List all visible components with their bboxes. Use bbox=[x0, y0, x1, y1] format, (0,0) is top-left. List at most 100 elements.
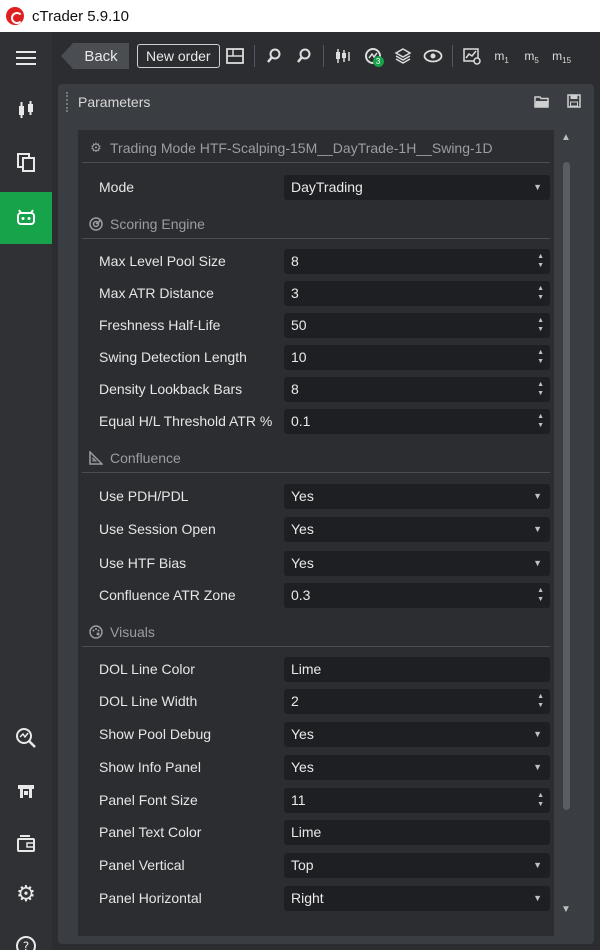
param-label: DOL Line Width bbox=[99, 693, 198, 709]
stepper-arrows-icon[interactable]: ▲ ▼ bbox=[537, 380, 544, 398]
help-icon[interactable]: ? bbox=[0, 920, 52, 950]
timeframe-m15-button[interactable]: m 15 bbox=[547, 41, 577, 71]
timeframe-m5-button[interactable]: m5 bbox=[517, 41, 547, 71]
stepper-arrows-icon[interactable]: ▲ ▼ bbox=[537, 316, 544, 334]
param-row-panel-text-color: Panel Text Color Lime bbox=[78, 818, 554, 846]
confluence-atr-zone-stepper[interactable]: 0.3 ▲ ▼ bbox=[284, 582, 550, 608]
stepper-arrows-icon[interactable]: ▲ ▼ bbox=[537, 791, 544, 809]
timeframe-sub: 1 bbox=[504, 55, 509, 65]
chevron-down-icon: ▼ bbox=[533, 490, 542, 501]
max-atr-distance-stepper[interactable]: 3 ▲ ▼ bbox=[284, 280, 550, 306]
toolbar-divider bbox=[451, 45, 453, 67]
left-sidebar: ⚙ ? bbox=[0, 32, 52, 950]
chevron-down-icon: ▼ bbox=[533, 557, 542, 568]
panel-vertical-dropdown[interactable]: Top ▼ bbox=[284, 852, 550, 878]
vertical-scrollbar[interactable]: ▲ ▼ bbox=[558, 132, 574, 922]
max-level-pool-size-stepper[interactable]: 8 ▲ ▼ bbox=[284, 248, 550, 274]
param-label: Density Lookback Bars bbox=[99, 381, 243, 397]
stepper-arrows-icon[interactable]: ▲ ▼ bbox=[537, 348, 544, 366]
swing-detection-length-stepper[interactable]: 10 ▲ ▼ bbox=[284, 344, 550, 370]
chevron-down-icon: ▼ bbox=[533, 728, 542, 739]
timeframe-m1-button[interactable]: m1 bbox=[487, 41, 517, 71]
field-value: 8 bbox=[291, 381, 299, 397]
open-folder-icon[interactable] bbox=[534, 94, 550, 108]
freshness-half-life-stepper[interactable]: 50 ▲ ▼ bbox=[284, 312, 550, 338]
param-row-dol-line-width: DOL Line Width 2 ▲ ▼ bbox=[78, 687, 554, 715]
field-value: Yes bbox=[291, 521, 314, 537]
param-row-panel-horizontal: Panel Horizontal Right ▼ bbox=[78, 884, 554, 912]
param-label: Swing Detection Length bbox=[99, 349, 247, 365]
zoom-in-icon[interactable] bbox=[259, 41, 289, 71]
show-pool-debug-dropdown[interactable]: Yes ▼ bbox=[284, 721, 550, 747]
app-title: cTrader 5.9.10 bbox=[32, 7, 129, 25]
back-button[interactable]: Back bbox=[61, 43, 129, 69]
section-title: Scoring Engine bbox=[110, 215, 205, 232]
scroll-up-icon[interactable]: ▲ bbox=[561, 132, 571, 143]
ctrader-logo-icon bbox=[6, 7, 24, 25]
scrollbar-thumb[interactable] bbox=[563, 162, 570, 810]
panel-title: Parameters bbox=[78, 94, 151, 110]
palette-icon bbox=[88, 624, 104, 640]
param-label: Confluence ATR Zone bbox=[99, 587, 236, 603]
parameters-list[interactable]: ⚙ Trading Mode HTF-Scalping-15M__DayTrad… bbox=[78, 130, 554, 936]
mode-dropdown[interactable]: DayTrading ▼ bbox=[284, 174, 550, 200]
parameters-panel: Parameters ⚙ Trading Mode HTF-Scalping-1… bbox=[58, 84, 594, 944]
equal-hl-threshold-stepper[interactable]: 0.1 ▲ ▼ bbox=[284, 408, 550, 434]
save-icon[interactable] bbox=[566, 94, 582, 108]
param-row-density-lookback-bars: Density Lookback Bars 8 ▲ ▼ bbox=[78, 375, 554, 403]
field-value: Yes bbox=[291, 555, 314, 571]
stepper-arrows-icon[interactable]: ▲ ▼ bbox=[537, 284, 544, 302]
use-pdh-pdl-dropdown[interactable]: Yes ▼ bbox=[284, 483, 550, 509]
zoom-out-icon[interactable] bbox=[289, 41, 319, 71]
use-htf-bias-dropdown[interactable]: Yes ▼ bbox=[284, 550, 550, 576]
section-title: Confluence bbox=[110, 449, 181, 466]
param-row-panel-vertical: Panel Vertical Top ▼ bbox=[78, 851, 554, 879]
robot-icon[interactable] bbox=[0, 192, 52, 244]
timeframe-label: m bbox=[552, 49, 563, 63]
toolbar-divider bbox=[322, 45, 324, 67]
chevron-down-icon: ▼ bbox=[533, 523, 542, 534]
store-icon[interactable] bbox=[0, 766, 52, 818]
top-toolbar: Back New order 3 m1 m5 m 15 bbox=[52, 32, 600, 80]
panel-header: Parameters bbox=[58, 84, 594, 120]
gear-icon[interactable]: ⚙ bbox=[0, 868, 52, 920]
section-scoring-engine: Scoring Engine bbox=[82, 209, 550, 239]
panel-text-color-field[interactable]: Lime bbox=[284, 819, 550, 845]
section-visuals: Visuals bbox=[82, 617, 550, 647]
chart-settings-icon[interactable] bbox=[457, 41, 487, 71]
drag-handle[interactable] bbox=[66, 92, 70, 112]
param-label: Max Level Pool Size bbox=[99, 253, 226, 269]
param-row-max-atr-distance: Max ATR Distance 3 ▲ ▼ bbox=[78, 279, 554, 307]
menu-icon[interactable] bbox=[0, 32, 52, 84]
indicators-icon[interactable]: 3 bbox=[358, 41, 388, 71]
chart-icon[interactable] bbox=[0, 84, 52, 136]
stepper-arrows-icon[interactable]: ▲ ▼ bbox=[537, 412, 544, 430]
panel-font-size-stepper[interactable]: 11 ▲ ▼ bbox=[284, 787, 550, 813]
layout-icon[interactable] bbox=[220, 41, 250, 71]
param-row-use-pdh-pdl: Use PDH/PDL Yes ▼ bbox=[78, 482, 554, 510]
toolbar-divider bbox=[253, 45, 255, 67]
eye-icon[interactable] bbox=[418, 41, 448, 71]
dol-line-width-stepper[interactable]: 2 ▲ ▼ bbox=[284, 688, 550, 714]
wallet-icon[interactable] bbox=[0, 818, 52, 870]
param-label: Mode bbox=[99, 179, 135, 195]
timeframe-sub: 15 bbox=[562, 55, 572, 65]
stepper-arrows-icon[interactable]: ▲ ▼ bbox=[537, 252, 544, 270]
layers-icon[interactable] bbox=[388, 41, 418, 71]
param-label: Use PDH/PDL bbox=[99, 488, 189, 504]
density-lookback-bars-stepper[interactable]: 8 ▲ ▼ bbox=[284, 376, 550, 402]
search-analysis-icon[interactable] bbox=[0, 712, 52, 764]
copy-icon[interactable] bbox=[0, 136, 52, 188]
panel-horizontal-dropdown[interactable]: Right ▼ bbox=[284, 885, 550, 911]
dol-line-color-field[interactable]: Lime bbox=[284, 656, 550, 682]
chart-type-icon[interactable] bbox=[328, 41, 358, 71]
field-value: Yes bbox=[291, 488, 314, 504]
use-session-open-dropdown[interactable]: Yes ▼ bbox=[284, 516, 550, 542]
stepper-arrows-icon[interactable]: ▲ ▼ bbox=[537, 586, 544, 604]
new-order-button[interactable]: New order bbox=[137, 44, 220, 68]
param-row-show-info-panel: Show Info Panel Yes ▼ bbox=[78, 753, 554, 781]
scroll-down-icon[interactable]: ▼ bbox=[561, 904, 571, 915]
stepper-arrows-icon[interactable]: ▲ ▼ bbox=[537, 692, 544, 710]
show-info-panel-dropdown[interactable]: Yes ▼ bbox=[284, 754, 550, 780]
title-bar: cTrader 5.9.10 bbox=[0, 0, 600, 32]
